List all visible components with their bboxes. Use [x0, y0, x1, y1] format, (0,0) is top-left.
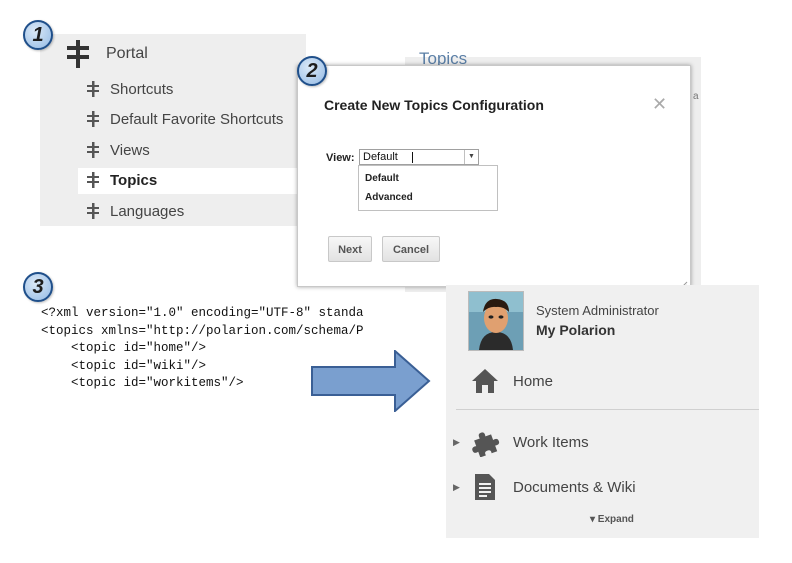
signpost-icon — [66, 40, 90, 68]
portal-nav-tree: Portal Shortcuts Default Favorite Shortc… — [40, 34, 306, 226]
user-name: System Administrator — [536, 303, 659, 318]
nav-item-label: Languages — [110, 203, 185, 220]
dialog-title: Create New Topics Configuration — [324, 97, 544, 113]
right-arrow-icon — [311, 350, 431, 412]
sidebar-item-work-items[interactable]: Work Items — [513, 434, 589, 451]
nav-item-views[interactable]: Views — [78, 139, 306, 163]
view-option-default[interactable]: Default — [365, 173, 399, 184]
polarion-sidebar: System Administrator My Polarion Home ▶ … — [446, 285, 759, 538]
nav-root-portal[interactable]: Portal — [40, 34, 306, 72]
nav-item-languages[interactable]: Languages — [78, 200, 306, 224]
nav-item-shortcuts[interactable]: Shortcuts — [78, 78, 306, 102]
divider — [456, 409, 759, 410]
chevron-right-icon[interactable]: ▶ — [453, 437, 460, 448]
signpost-icon — [86, 111, 100, 127]
nav-root-label: Portal — [106, 45, 148, 62]
step-badge-1: 1 — [23, 20, 53, 50]
nav-item-topics[interactable]: Topics — [78, 168, 306, 194]
text-cursor — [412, 152, 413, 163]
step-badge-3: 3 — [23, 272, 53, 302]
avatar[interactable] — [468, 291, 524, 351]
create-topics-dialog: Create New Topics Configuration ✕ View: … — [297, 65, 691, 289]
signpost-icon — [86, 142, 100, 158]
step-badge-2: 2 — [297, 56, 327, 86]
nav-item-label: Views — [110, 142, 150, 159]
nav-item-default-favorite-shortcuts[interactable]: Default Favorite Shortcuts — [78, 108, 306, 132]
signpost-icon — [86, 81, 100, 97]
sidebar-item-home[interactable]: Home — [513, 373, 553, 390]
nav-item-label: Shortcuts — [110, 81, 174, 98]
nav-item-label: Topics — [110, 172, 158, 189]
view-dropdown-list: Default Advanced — [358, 165, 498, 211]
view-option-advanced[interactable]: Advanced — [365, 192, 413, 203]
view-select[interactable]: Default ▼ — [359, 149, 479, 165]
resize-handle-icon[interactable] — [680, 276, 688, 289]
chevron-down-icon[interactable]: ▼ — [464, 150, 478, 164]
view-select-value: Default — [363, 151, 398, 163]
signpost-icon — [86, 203, 100, 219]
puzzle-icon — [470, 427, 500, 458]
expand-toggle[interactable]: ▾ Expand — [590, 514, 634, 525]
close-icon[interactable]: ✕ — [652, 94, 667, 115]
user-space-link[interactable]: My Polarion — [536, 322, 615, 338]
next-button[interactable]: Next — [328, 236, 372, 262]
background-edge-text: a — [693, 91, 699, 102]
xml-line: <?xml version="1.0" encoding="UTF-8" sta… — [41, 306, 364, 320]
view-label: View: — [326, 152, 355, 164]
nav-item-label: Default Favorite Shortcuts — [110, 111, 284, 128]
chevron-right-icon[interactable]: ▶ — [453, 482, 460, 493]
sidebar-item-documents-wiki[interactable]: Documents & Wiki — [513, 479, 636, 496]
home-icon — [470, 366, 500, 396]
signpost-icon — [86, 172, 100, 188]
cancel-button[interactable]: Cancel — [382, 236, 440, 262]
document-icon — [470, 472, 500, 502]
xml-line: <topics xmlns="http://polarion.com/schem… — [41, 323, 364, 338]
